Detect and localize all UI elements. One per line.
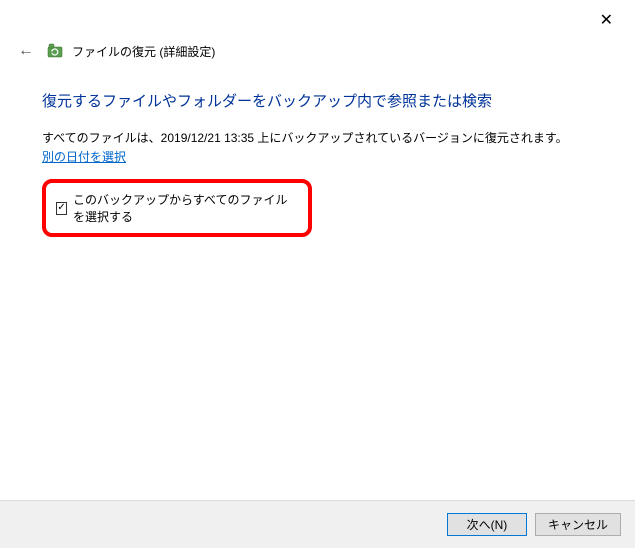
select-date-link[interactable]: 別の日付を選択 [42,148,126,165]
checkbox-checkmark-icon: ✓ [56,202,67,215]
backup-description: すべてのファイルは、2019/12/21 13:35 上にバックアップされている… [42,129,593,146]
cancel-button[interactable]: キャンセル [535,513,621,536]
back-arrow-icon[interactable]: ← [14,40,38,62]
footer-bar: 次へ(N) キャンセル [0,500,635,548]
content-area: 復元するファイルやフォルダーをバックアップ内で参照または検索 すべてのファイルは… [0,62,635,237]
highlight-annotation-box: ✓ このバックアップからすべてのファイルを選択する [42,179,312,237]
header-bar: ← ファイルの復元 (詳細設定) [0,0,635,62]
next-button[interactable]: 次へ(N) [447,513,527,536]
restore-app-icon [46,42,64,60]
select-all-files-checkbox[interactable]: ✓ このバックアップからすべてのファイルを選択する [56,191,298,225]
close-button[interactable]: ✕ [592,6,621,34]
checkbox-label: このバックアップからすべてのファイルを選択する [73,191,298,225]
window-title: ファイルの復元 (詳細設定) [72,43,215,60]
page-heading: 復元するファイルやフォルダーをバックアップ内で参照または検索 [42,90,593,111]
